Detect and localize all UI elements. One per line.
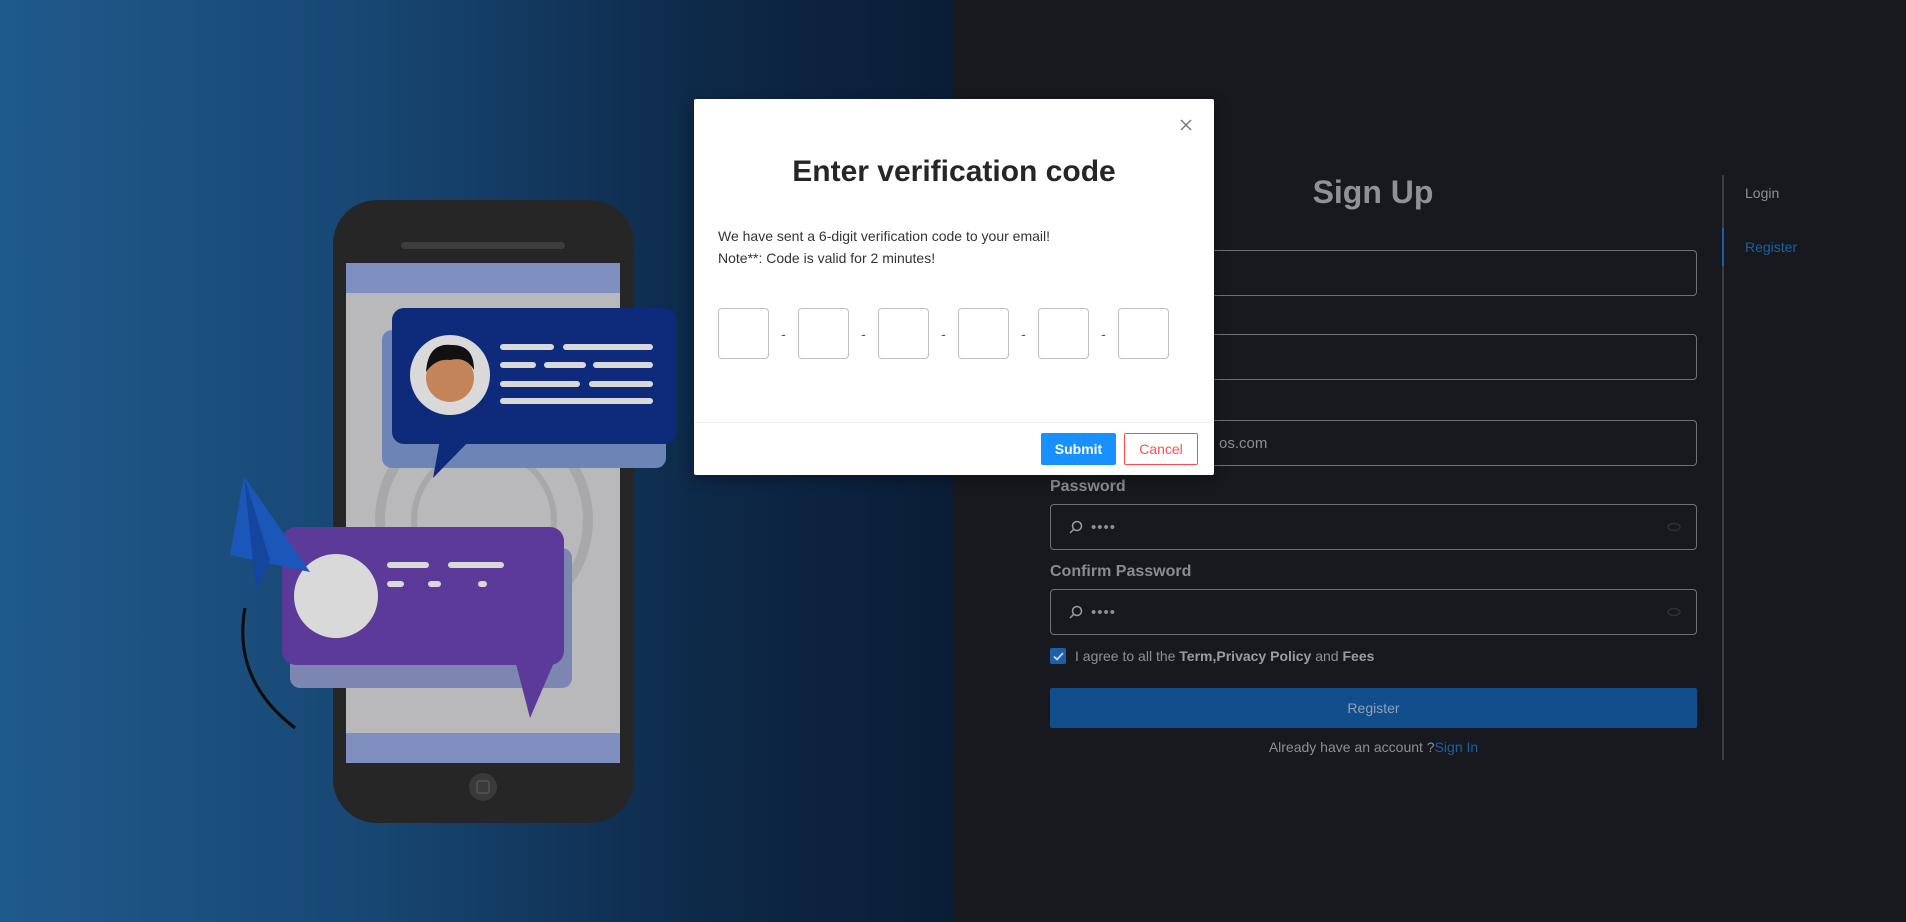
code-digit-3[interactable]: [878, 308, 929, 359]
modal-title: Enter verification code: [792, 155, 1116, 188]
code-digit-2[interactable]: [798, 308, 849, 359]
code-inputs: - - - - -: [718, 308, 1169, 359]
modal-message-line2: Note**: Code is valid for 2 minutes!: [718, 250, 936, 266]
submit-button[interactable]: Submit: [1041, 433, 1116, 465]
modal-message: We have sent a 6-digit verification code…: [718, 225, 1050, 269]
close-icon[interactable]: [1178, 117, 1194, 133]
code-separator: -: [941, 325, 946, 342]
modal-message-line1: We have sent a 6-digit verification code…: [718, 228, 1051, 244]
code-digit-1[interactable]: [718, 308, 769, 359]
code-separator: -: [781, 325, 786, 342]
modal-footer: Submit Cancel: [694, 422, 1214, 475]
code-digit-6[interactable]: [1118, 308, 1169, 359]
code-separator: -: [1101, 325, 1106, 342]
cancel-button[interactable]: Cancel: [1124, 433, 1198, 465]
code-digit-5[interactable]: [1038, 308, 1089, 359]
verification-modal: Enter verification code We have sent a 6…: [694, 99, 1214, 475]
code-separator: -: [861, 325, 866, 342]
code-digit-4[interactable]: [958, 308, 1009, 359]
code-separator: -: [1021, 325, 1026, 342]
